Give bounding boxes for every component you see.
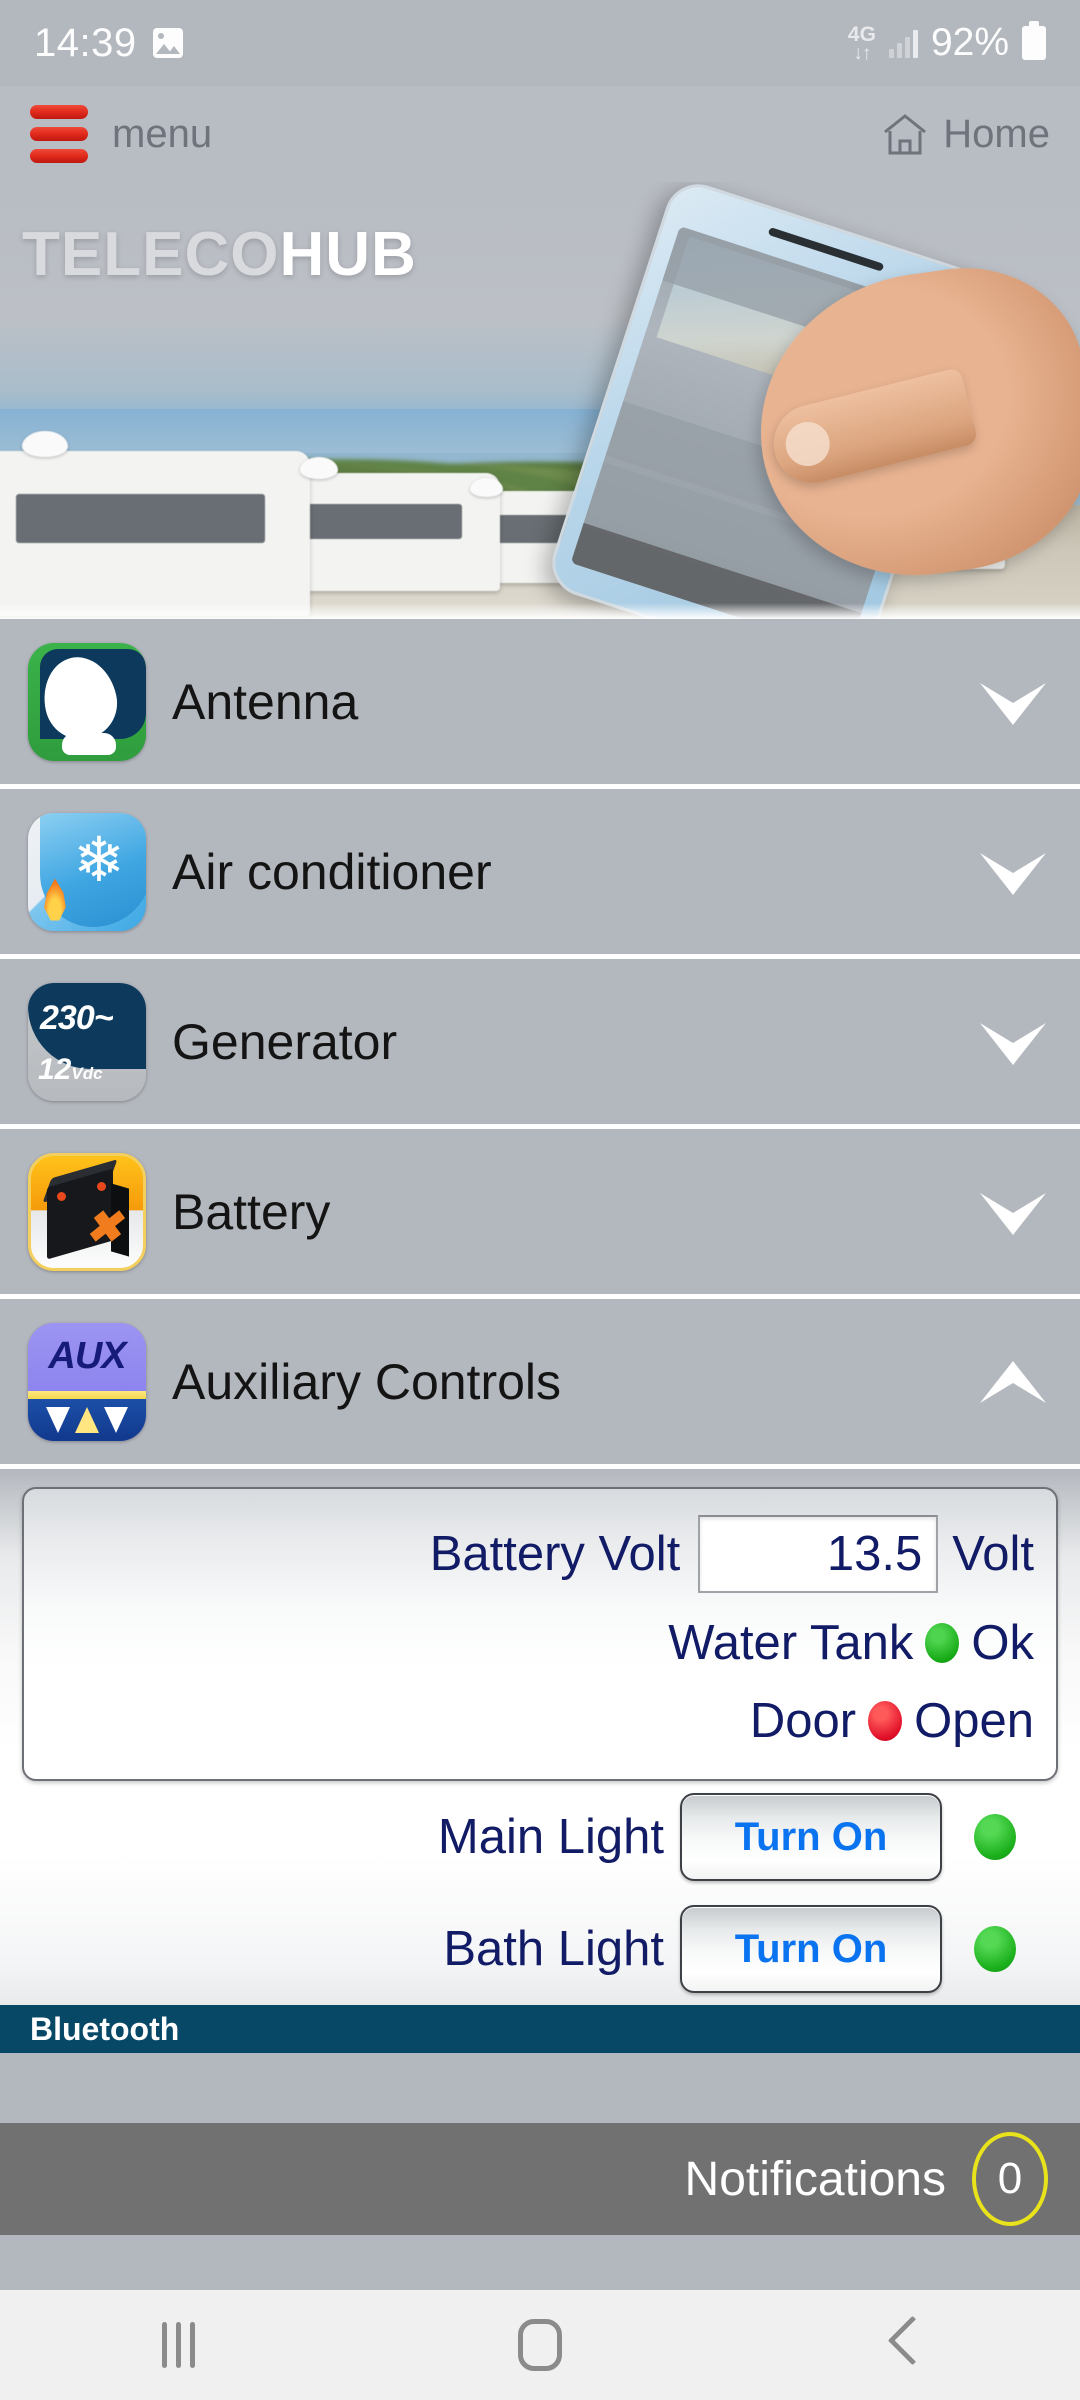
door-status: Open xyxy=(914,1694,1034,1748)
generator-230v-icon: 230~ 12Vdc xyxy=(28,982,146,1101)
battery-volt-row: Battery Volt 13.5 Volt xyxy=(46,1515,1034,1593)
aux-status-card: Battery Volt 13.5 Volt Water Tank Ok Doo… xyxy=(22,1487,1058,1781)
aux-icon-label: AUX xyxy=(48,1335,126,1378)
banner-roof-dish xyxy=(22,431,68,457)
status-bar: 14:39 4G ↓↑ 92% xyxy=(0,0,1080,86)
hero-banner: TELECOHUB xyxy=(0,182,1080,619)
bath-light-status-dot xyxy=(974,1926,1016,1972)
bath-light-row: Bath Light Turn On xyxy=(22,1893,1058,2005)
recents-icon[interactable] xyxy=(161,2322,195,2368)
network-arrows: ↓↑ xyxy=(853,42,871,64)
list-item-battery[interactable]: ✖ Battery xyxy=(0,1129,1080,1299)
battery-volt-label: Battery Volt xyxy=(429,1527,681,1581)
snowflake-flame-icon: ❄ xyxy=(28,812,146,931)
home-button[interactable]: Home xyxy=(881,112,1050,157)
notifications-label: Notifications xyxy=(684,2152,946,2206)
list-item-auxiliary-controls[interactable]: AUX Auxiliary Controls xyxy=(0,1299,1080,1469)
list-item-antenna[interactable]: Antenna xyxy=(0,619,1080,789)
list-item-generator[interactable]: 230~ 12Vdc Generator xyxy=(0,959,1080,1129)
water-tank-label: Water Tank xyxy=(668,1616,914,1670)
list-item-label: Auxiliary Controls xyxy=(172,1353,562,1410)
main-light-status-dot xyxy=(974,1814,1016,1860)
auxiliary-controls-panel: Battery Volt 13.5 Volt Water Tank Ok Doo… xyxy=(0,1469,1080,2005)
water-tank-status: Ok xyxy=(971,1616,1034,1670)
banner-motorhome xyxy=(0,451,310,616)
status-bar-left: 14:39 xyxy=(34,21,183,66)
banner-roof-dish xyxy=(300,457,338,479)
generator-ac-label: 230~ xyxy=(40,998,114,1037)
list-item-label: Air conditioner xyxy=(172,843,492,900)
chevron-down-icon[interactable] xyxy=(974,667,1052,737)
logo-teleco: TELECO xyxy=(22,220,280,289)
battery-block-icon: ✖ xyxy=(28,1152,146,1271)
list-item-label: Battery xyxy=(172,1183,331,1240)
status-dot-red xyxy=(868,1701,903,1741)
water-tank-row: Water Tank Ok xyxy=(46,1615,1034,1671)
bluetooth-label: Bluetooth xyxy=(30,2010,180,2047)
logo-hub: HUB xyxy=(279,220,417,289)
chevron-down-icon[interactable] xyxy=(974,1177,1052,1247)
hamburger-menu-icon[interactable] xyxy=(30,105,88,163)
status-dot-green xyxy=(925,1623,960,1663)
list-item-label: Generator xyxy=(172,1013,398,1070)
main-light-row: Main Light Turn On xyxy=(22,1781,1058,1893)
main-light-label: Main Light xyxy=(437,1810,664,1864)
menu-button-label[interactable]: menu xyxy=(112,112,212,157)
house-icon xyxy=(881,112,929,156)
teleco-hub-logo: TELECOHUB xyxy=(22,224,417,286)
notifications-count-badge: 0 xyxy=(972,2132,1048,2226)
battery-full-icon xyxy=(1022,21,1046,60)
door-label: Door xyxy=(749,1694,857,1748)
battery-volt-unit: Volt xyxy=(952,1527,1034,1581)
main-light-toggle-button[interactable]: Turn On xyxy=(680,1793,942,1881)
panel-spacer xyxy=(0,2053,1080,2123)
bath-light-toggle-button[interactable]: Turn On xyxy=(680,1905,942,1993)
feature-list: Antenna ❄ Air conditioner 230~ 12Vdc Gen… xyxy=(0,619,1080,1469)
app-bar: menu Home xyxy=(0,86,1080,182)
chevron-down-icon[interactable] xyxy=(974,1007,1052,1077)
bluetooth-status-bar[interactable]: Bluetooth xyxy=(0,2005,1080,2053)
signal-bars-icon xyxy=(888,28,918,58)
network-type-icon: 4G ↓↑ xyxy=(848,24,876,63)
android-nav-bar xyxy=(0,2290,1080,2400)
home-label[interactable]: Home xyxy=(943,112,1050,157)
battery-volt-value: 13.5 xyxy=(826,1527,923,1581)
status-time: 14:39 xyxy=(34,20,137,65)
generator-dc-label: 12Vdc xyxy=(38,1052,103,1086)
banner-roof-dish xyxy=(470,478,503,497)
home-square-icon[interactable] xyxy=(517,2319,562,2371)
image-icon xyxy=(152,28,183,58)
list-item-label: Antenna xyxy=(172,673,359,730)
satellite-dish-icon xyxy=(28,642,146,761)
notifications-bar[interactable]: Notifications 0 xyxy=(0,2123,1080,2235)
chevron-down-icon[interactable] xyxy=(974,837,1052,907)
battery-percent: 92% xyxy=(930,21,1009,64)
bath-light-label: Bath Light xyxy=(443,1922,664,1976)
list-item-air-conditioner[interactable]: ❄ Air conditioner xyxy=(0,789,1080,959)
network-type-label: 4G xyxy=(847,22,876,46)
battery-volt-field[interactable]: 13.5 xyxy=(698,1515,939,1593)
door-row: Door Open xyxy=(46,1693,1034,1749)
chevron-up-icon[interactable] xyxy=(974,1347,1052,1417)
back-chevron-icon[interactable] xyxy=(885,2319,919,2371)
aux-arrows-icon: AUX xyxy=(28,1322,146,1441)
status-bar-right: 4G ↓↑ 92% xyxy=(848,21,1046,65)
